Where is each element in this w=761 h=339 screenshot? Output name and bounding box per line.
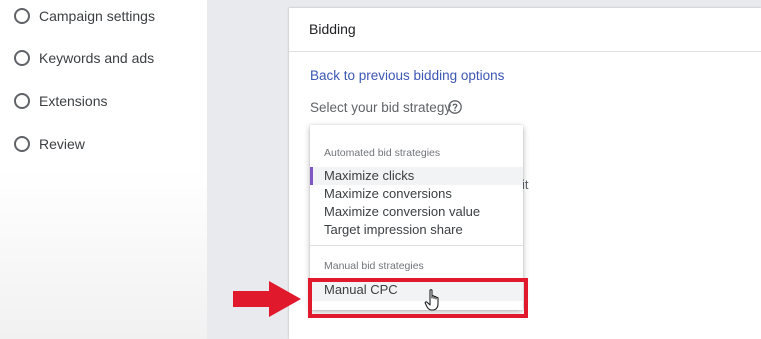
step-campaign-settings[interactable]: Campaign settings: [14, 6, 155, 26]
option-label: Maximize conversions: [324, 186, 452, 201]
radio-circle-icon: [14, 8, 30, 24]
radio-circle-icon: [14, 50, 30, 66]
option-maximize-clicks[interactable]: Maximize clicks: [310, 167, 523, 185]
step-review[interactable]: Review: [14, 134, 85, 154]
option-maximize-conversion-value[interactable]: Maximize conversion value: [310, 203, 523, 221]
radio-circle-icon: [14, 136, 30, 152]
highlight-box: [308, 278, 528, 318]
step-label: Review: [39, 136, 85, 152]
red-arrow-right-icon: [233, 281, 301, 317]
menu-divider: [310, 245, 523, 246]
option-target-impression-share[interactable]: Target impression share: [310, 221, 523, 239]
group-header-manual: Manual bid strategies: [324, 260, 424, 272]
option-label: Maximize clicks: [324, 168, 415, 183]
group-header-automated: Automated bid strategies: [324, 147, 441, 159]
card-title: Bidding: [309, 21, 356, 37]
radio-circle-icon: [14, 93, 30, 109]
card-header: Bidding: [289, 8, 761, 52]
hand-pointer-icon: [424, 289, 439, 311]
bid-strategy-label: Select your bid strategy: [310, 100, 452, 115]
option-label: Maximize conversion value: [324, 204, 481, 219]
step-label: Campaign settings: [39, 8, 155, 24]
option-label: Target impression share: [324, 222, 463, 237]
step-keywords-and-ads[interactable]: Keywords and ads: [14, 48, 154, 68]
back-to-previous-bidding-link[interactable]: Back to previous bidding options: [310, 68, 504, 83]
help-circle-icon[interactable]: [447, 99, 463, 115]
steps-sidebar: Campaign settings Keywords and ads Exten…: [0, 0, 207, 339]
step-label: Extensions: [39, 93, 108, 109]
option-maximize-conversions[interactable]: Maximize conversions: [310, 185, 523, 203]
step-extensions[interactable]: Extensions: [14, 91, 107, 111]
step-label: Keywords and ads: [39, 50, 155, 66]
